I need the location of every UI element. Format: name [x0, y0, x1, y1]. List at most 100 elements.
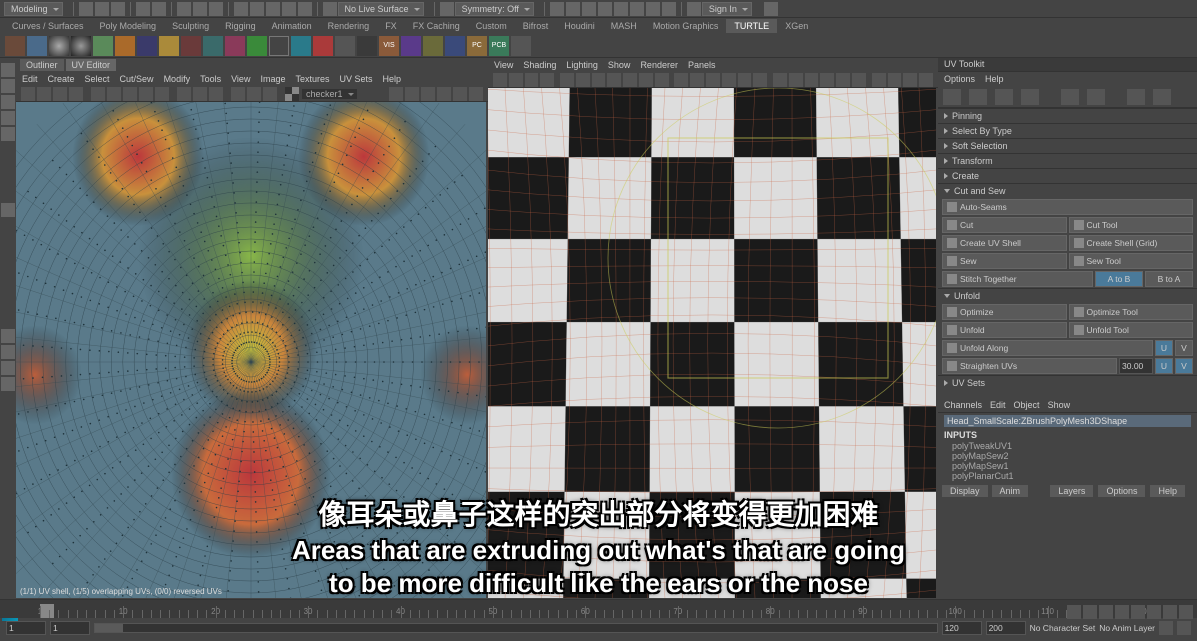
uvt-quick-1-icon[interactable]	[943, 89, 961, 105]
cb-layers-menu[interactable]: Layers	[1050, 485, 1093, 497]
unfold-tool-button[interactable]: Unfold Tool	[1069, 322, 1194, 338]
range-slider[interactable]	[94, 623, 938, 633]
uv-expose-dn-icon[interactable]	[469, 87, 483, 101]
vp-field-chart-icon[interactable]	[623, 73, 637, 87]
uvt-section-transform[interactable]: Transform	[938, 154, 1197, 168]
vp-xray-icon[interactable]	[773, 73, 787, 87]
layout-four-icon[interactable]	[1, 345, 15, 359]
key-back-icon[interactable]	[1099, 605, 1113, 619]
vp-motion-blur-icon[interactable]	[820, 73, 834, 87]
persp-viewport[interactable]	[488, 88, 936, 598]
create-uv-shell-button[interactable]: Create UV Shell	[942, 235, 1067, 251]
uv-menu-textures[interactable]: Textures	[295, 74, 329, 84]
shelf-tab-xgen[interactable]: XGen	[777, 19, 816, 33]
create-shell-grid-button[interactable]: Create Shell (Grid)	[1069, 235, 1194, 251]
uvt-menu-options[interactable]: Options	[944, 74, 975, 84]
persp-menu-shading[interactable]: Shading	[523, 60, 556, 70]
vp-gamma-icon[interactable]	[888, 73, 902, 87]
uv-menu-create[interactable]: Create	[48, 74, 75, 84]
shelf-tab-houdini[interactable]: Houdini	[556, 19, 603, 33]
uv-texture-icon[interactable]	[155, 87, 169, 101]
shelf-icon-8[interactable]	[159, 36, 179, 56]
straighten-v-button[interactable]: V	[1175, 358, 1193, 374]
anim-layer-dropdown[interactable]: No Anim Layer	[1099, 623, 1155, 633]
undo-icon[interactable]	[136, 2, 150, 16]
uv-dim-icon[interactable]	[123, 87, 137, 101]
shelf-icon-14[interactable]	[291, 36, 311, 56]
signin-dropdown[interactable]: Sign In	[702, 2, 752, 16]
vp-select-cam-icon[interactable]	[493, 73, 507, 87]
shelf-icon-13[interactable]	[269, 36, 289, 56]
cb-shape-node[interactable]: Head_SmallScale:ZBrushPolyMesh3DShape	[944, 415, 1191, 427]
vp-wireframe-icon[interactable]	[674, 73, 688, 87]
uvt-section-create[interactable]: Create	[938, 169, 1197, 183]
new-scene-icon[interactable]	[79, 2, 93, 16]
uvt-section-uvsets[interactable]: UV Sets	[938, 376, 1197, 390]
vp-res-gate-icon[interactable]	[592, 73, 606, 87]
shelf-icon-6[interactable]	[115, 36, 135, 56]
uv-channel-a-icon[interactable]	[389, 87, 403, 101]
uv-channel-c-icon[interactable]	[421, 87, 435, 101]
vp-shadows-icon[interactable]	[738, 73, 752, 87]
uvt-quick-5-icon[interactable]	[1061, 89, 1079, 105]
uvt-section-cutsew[interactable]: Cut and Sew	[938, 184, 1197, 198]
tab-outliner[interactable]: Outliner	[20, 59, 64, 71]
vp-gate-mask-icon[interactable]	[607, 73, 621, 87]
persp-menu-lighting[interactable]: Lighting	[566, 60, 598, 70]
vp-ao-icon[interactable]	[805, 73, 819, 87]
hypershade-icon[interactable]	[614, 2, 628, 16]
play-back-icon[interactable]	[1115, 605, 1129, 619]
snap-grid-icon[interactable]	[234, 2, 248, 16]
persp-menu-view[interactable]: View	[494, 60, 513, 70]
shelf-icon-vis[interactable]: VIS	[379, 36, 399, 56]
shelf-icon-20[interactable]	[423, 36, 443, 56]
snap-plane-icon[interactable]	[282, 2, 296, 16]
render-frame-icon[interactable]	[566, 2, 580, 16]
uvt-section-selectbytype[interactable]: Select By Type	[938, 124, 1197, 138]
uv-viewport[interactable]: (1/1) UV shell, (1/5) overlapping UVs, (…	[16, 102, 486, 598]
vp-lights-icon[interactable]	[722, 73, 736, 87]
uv-baking-icon[interactable]	[247, 87, 261, 101]
persp-menu-show[interactable]: Show	[608, 60, 631, 70]
vp-safe-action-icon[interactable]	[639, 73, 653, 87]
uv-texture-dropdown[interactable]: checker1	[302, 89, 357, 99]
vp-bookmark-icon[interactable]	[509, 73, 523, 87]
uv-frame-sel-icon[interactable]	[37, 87, 51, 101]
uv-menu-view[interactable]: View	[231, 74, 250, 84]
uvt-quick-6-icon[interactable]	[1087, 89, 1105, 105]
symmetry-dropdown[interactable]: Symmetry: Off	[455, 2, 534, 16]
uv-menu-tools[interactable]: Tools	[200, 74, 221, 84]
go-end-icon[interactable]	[1179, 605, 1193, 619]
shelf-tab-rigging[interactable]: Rigging	[217, 19, 264, 33]
uv-distortion-icon[interactable]	[107, 87, 121, 101]
cut-tool-button[interactable]: Cut Tool	[1069, 217, 1194, 233]
cb-menu-edit[interactable]: Edit	[990, 400, 1006, 410]
shelf-icon-9[interactable]	[181, 36, 201, 56]
select-mode-icon[interactable]	[177, 2, 191, 16]
persp-menu-renderer[interactable]: Renderer	[640, 60, 678, 70]
scale-tool-icon[interactable]	[1, 127, 15, 141]
uvt-quick-3-icon[interactable]	[995, 89, 1013, 105]
light-editor-icon[interactable]	[630, 2, 644, 16]
straighten-angle-input[interactable]	[1119, 358, 1153, 374]
uv-menu-cutsew[interactable]: Cut/Sew	[120, 74, 154, 84]
key-fwd-icon[interactable]	[1147, 605, 1161, 619]
select-tool-icon[interactable]	[1, 63, 15, 77]
shelf-icon-19[interactable]	[401, 36, 421, 56]
range-end-inner[interactable]	[942, 621, 982, 635]
uv-isolate-icon[interactable]	[231, 87, 245, 101]
unfold-button[interactable]: Unfold	[942, 322, 1067, 338]
vp-textured-icon[interactable]	[706, 73, 720, 87]
autokey-icon[interactable]	[1159, 621, 1173, 635]
shelf-icon-10[interactable]	[203, 36, 223, 56]
open-scene-icon[interactable]	[95, 2, 109, 16]
render-view-icon[interactable]	[550, 2, 564, 16]
optimize-button[interactable]: Optimize	[942, 304, 1067, 320]
range-start-outer[interactable]	[6, 621, 46, 635]
vp-view-transform-icon[interactable]	[903, 73, 917, 87]
unfold-along-button[interactable]: Unfold Along	[942, 340, 1153, 356]
uv-wire-icon[interactable]	[139, 87, 153, 101]
uv-menu-uvsets[interactable]: UV Sets	[339, 74, 372, 84]
paint-select-icon[interactable]	[209, 2, 223, 16]
playblast-icon[interactable]	[646, 2, 660, 16]
